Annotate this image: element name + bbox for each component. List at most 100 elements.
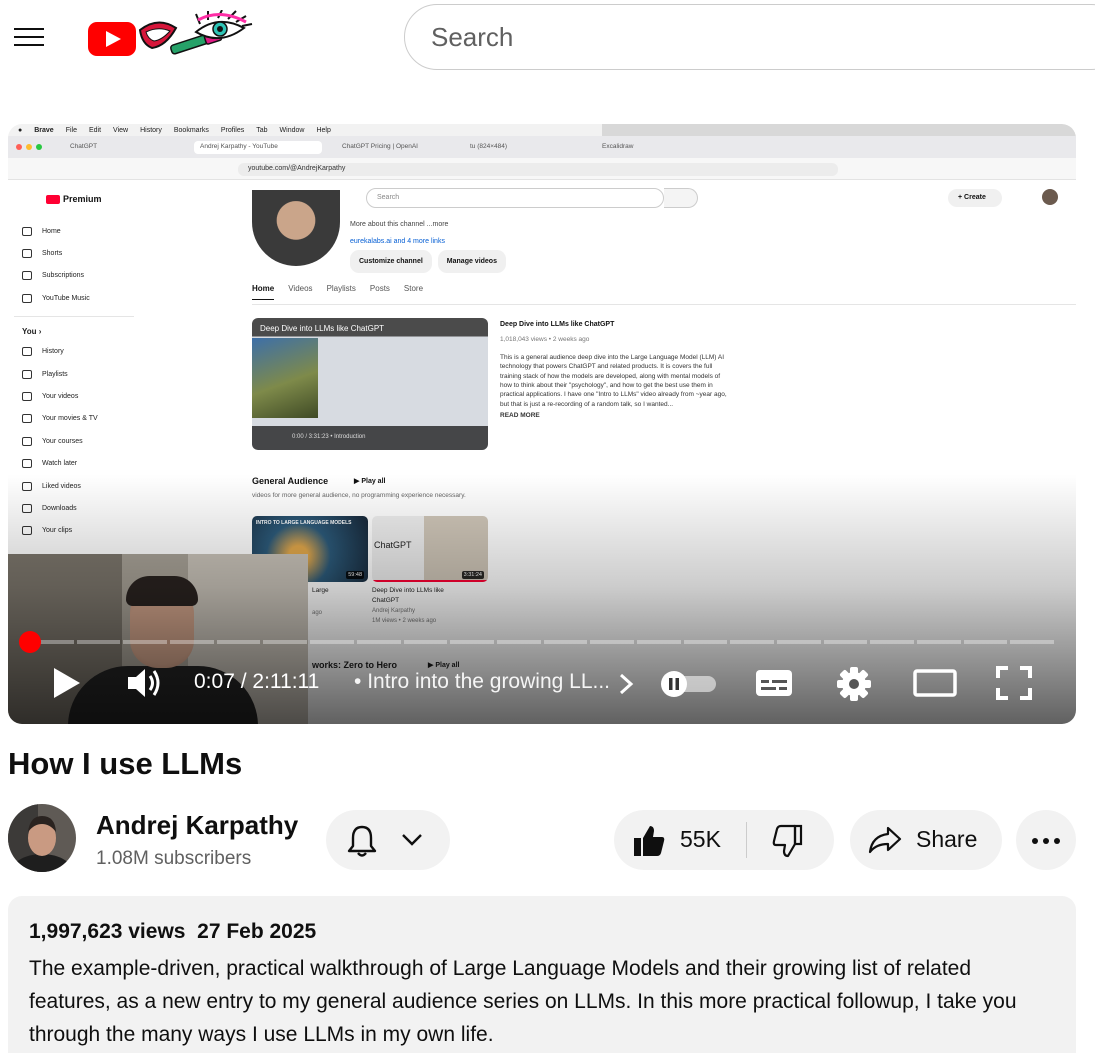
chapter-segment[interactable] [590, 640, 634, 644]
recorded-urlbar: youtube.com/@AndrejKarpathy [8, 158, 1076, 180]
like-dislike-group: 55K [614, 810, 834, 870]
search-input[interactable] [431, 22, 1071, 53]
menubar-item: Brave [34, 126, 54, 134]
progress-bar[interactable] [30, 640, 1055, 644]
chapter-segment[interactable] [917, 640, 961, 644]
subtitles-icon[interactable] [754, 668, 794, 698]
chapter-segment[interactable] [730, 640, 774, 644]
youtube-doodle-logo[interactable] [86, 10, 256, 66]
recorded-play-all: ▶ Play all [428, 662, 460, 669]
share-label: Share [916, 826, 978, 852]
chapter-segment[interactable] [543, 640, 588, 644]
chapter-segment[interactable] [777, 640, 821, 644]
recorded-sidebar-item: Shorts [8, 242, 138, 264]
bell-icon [347, 825, 377, 857]
chapter-segment[interactable] [216, 640, 261, 644]
recorded-url: youtube.com/@AndrejKarpathy [238, 163, 838, 176]
recorded-featured-thumbnail: Deep Dive into LLMs like ChatGPT 0:00 / … [252, 318, 488, 450]
menubar-item: Profiles [220, 126, 245, 134]
share-button[interactable]: Share [850, 810, 1002, 870]
chapter-segment[interactable] [76, 640, 121, 644]
channel-avatar[interactable] [8, 804, 76, 872]
chevron-down-icon [402, 834, 422, 846]
chevron-right-icon[interactable] [618, 672, 634, 696]
autoplay-toggle[interactable] [658, 670, 718, 698]
menu-icon[interactable] [12, 22, 46, 52]
chapter-segment[interactable] [170, 640, 214, 644]
menubar-item: Edit [88, 126, 102, 134]
settings-icon[interactable] [836, 666, 872, 702]
channel-name[interactable]: Andrej Karpathy [96, 810, 298, 841]
menubar-item: Help [316, 126, 331, 134]
recorded-sidebar-item: Playlists [8, 363, 138, 385]
search-box[interactable] [404, 4, 1095, 70]
chapter-segment[interactable] [636, 640, 681, 644]
recorded-play-all: ▶ Play all [354, 478, 386, 485]
chapter-segment[interactable] [263, 640, 308, 644]
menubar-item: History [140, 126, 162, 134]
chapter-segment[interactable] [496, 640, 541, 644]
chapter-title[interactable]: • Intro into the growing LL... [354, 670, 610, 694]
chapter-segment[interactable] [310, 640, 354, 644]
menubar-item: File [65, 126, 77, 134]
thumbs-up-icon [634, 826, 665, 856]
recorded-section2-title: works: Zero to Hero [312, 660, 398, 670]
chapter-segment[interactable] [683, 640, 728, 644]
menubar-item: View [113, 126, 129, 134]
fullscreen-icon[interactable] [996, 666, 1032, 700]
view-count: 1,997,623 views [29, 920, 186, 943]
recorded-tab: ChatGPT [70, 143, 98, 150]
theater-icon[interactable] [912, 668, 958, 698]
time-display: 0:07 / 2:11:11 [194, 670, 320, 693]
recorded-tab: Andrej Karpathy - YouTube [194, 141, 322, 154]
recorded-video-thumb: ChatGPT 3:31:24 [372, 516, 488, 582]
thumbs-down-icon[interactable] [770, 824, 804, 858]
recorded-tab: tu (824×484) [470, 143, 508, 150]
recorded-search-button [664, 188, 698, 208]
recorded-sidebar-item: YouTube Music [8, 287, 138, 309]
apple-icon: ● [18, 126, 23, 134]
subscriber-count: 1.08M subscribers [96, 848, 252, 869]
recorded-sidebar-item: Your movies & TV [8, 408, 138, 430]
recorded-sidebar-item: Home [8, 220, 138, 242]
more-horiz-icon [1032, 838, 1060, 844]
chapter-segment[interactable] [450, 640, 494, 644]
recorded-video-meta: Deep Dive into LLMs like ChatGPT Andrej … [372, 587, 444, 624]
upload-date: 27 Feb 2025 [197, 920, 317, 943]
recorded-avatar [1042, 189, 1058, 205]
chapter-segment[interactable] [823, 640, 868, 644]
video-frame: ● Brave File Edit View History Bookmarks… [8, 124, 1076, 724]
chapter-segment[interactable] [1010, 640, 1055, 644]
recorded-search: Search [366, 188, 664, 208]
chapter-segment[interactable] [123, 640, 168, 644]
like-button[interactable]: 55K [614, 810, 746, 870]
recorded-sidebar-item: Your courses [8, 430, 138, 452]
recorded-channel-info: More about this channel ...more eurekala… [350, 216, 512, 273]
subscribe-notification-button[interactable] [326, 810, 450, 870]
masthead [0, 0, 1095, 78]
volume-icon[interactable] [126, 666, 162, 700]
chapter-segment[interactable] [356, 640, 401, 644]
play-icon[interactable] [50, 666, 82, 700]
recorded-sidebar-item: Subscriptions [8, 265, 138, 287]
chapter-segment[interactable] [963, 640, 1008, 644]
video-title: How I use LLMs [8, 746, 243, 781]
recorded-tab: Excalidraw [602, 143, 634, 150]
recorded-channel-avatar [252, 190, 340, 266]
recorded-sidebar-item: Liked videos [8, 475, 138, 497]
recorded-you-header: You › [22, 327, 42, 337]
recorded-sidebar: Home Shorts Subscriptions YouTube Music … [8, 220, 138, 542]
recorded-channel-tabs: Home Videos Playlists Posts Store [252, 284, 423, 300]
recorded-sidebar-item: Watch later [8, 453, 138, 475]
more-actions-button[interactable] [1016, 810, 1076, 870]
scrubber-handle[interactable] [19, 631, 41, 653]
chapter-segment[interactable] [403, 640, 448, 644]
video-player[interactable]: ● Brave File Edit View History Bookmarks… [8, 124, 1076, 724]
recorded-video-meta: Large ago [312, 587, 329, 616]
menubar-item: Window [279, 126, 305, 134]
description-box[interactable]: 1,997,623 views 27 Feb 2025 The example-… [8, 896, 1076, 1053]
recorded-sidebar-item: Downloads [8, 497, 138, 519]
recorded-section-title: General Audience [252, 476, 329, 486]
menubar-item: Tab [256, 126, 268, 134]
chapter-segment[interactable] [870, 640, 915, 644]
